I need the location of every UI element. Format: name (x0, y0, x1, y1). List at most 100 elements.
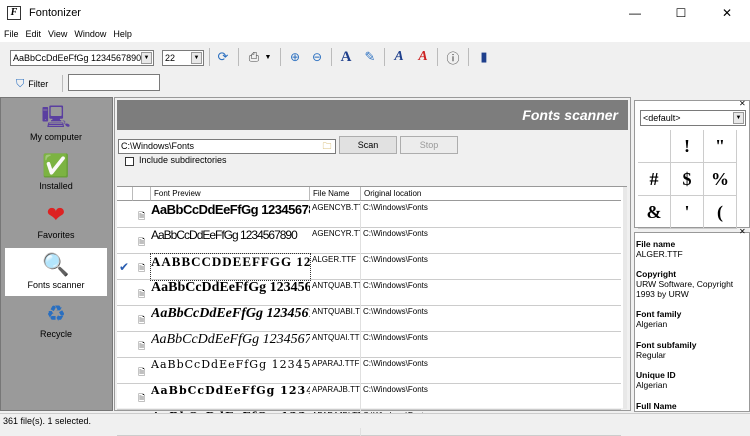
filter-input[interactable] (68, 74, 160, 91)
column-header-icon[interactable] (133, 187, 151, 201)
close-icon[interactable]: ✕ (739, 100, 746, 108)
table-row[interactable]: 🗎 AaBbCcDdEeFfGg 1234567890AGENCYB.TTFC:\… (117, 202, 621, 228)
glyph-cell[interactable]: ' (671, 196, 704, 229)
include-subdirectories-checkbox[interactable] (125, 157, 134, 166)
property-value: Algerian (636, 319, 668, 329)
print-icon[interactable]: ⎙ (244, 47, 264, 67)
file-name-cell: AGENCYR.TTF (310, 228, 361, 254)
installed-check-icon: ✅ (42, 153, 70, 178)
menu-view[interactable]: View (48, 29, 67, 39)
filter-separator (62, 75, 63, 92)
glyph-cell[interactable]: & (638, 196, 671, 229)
glyph-cell[interactable]: % (704, 163, 737, 196)
menu-file[interactable]: File (4, 29, 19, 39)
font-file-icon: 🗎 (138, 211, 146, 221)
zoom-out-icon[interactable]: ⊖ (307, 47, 327, 67)
minimize-button[interactable]: — (612, 0, 658, 26)
column-header-check[interactable] (117, 187, 133, 201)
font-preview: AaBbCcDdEeFfGg 1234567890 (151, 228, 298, 242)
scanner-icon: 🔍 (42, 252, 70, 277)
menu-edit[interactable]: Edit (26, 29, 42, 39)
sidebar-item-favorites[interactable]: ❤ Favorites (5, 198, 107, 246)
glyph-cell[interactable]: ! (671, 130, 704, 163)
font-file-icon: 🗎 (138, 315, 146, 325)
table-row[interactable]: 🗎 AaBbCcDdEeFfGg 1234567890ANTQUAI.TTFC:\… (117, 332, 621, 358)
glyph-cell[interactable]: # (638, 163, 671, 196)
column-header-preview[interactable]: Font Preview (151, 187, 310, 201)
property-label: Unique ID (636, 370, 676, 380)
chevron-down-icon[interactable]: ▼ (141, 52, 152, 64)
sidebar-item-my-computer[interactable]: 🖳 My computer (5, 100, 107, 148)
selected-check-icon[interactable]: ✔ (119, 260, 129, 274)
toolbar-separator (468, 48, 469, 66)
glyph-cell[interactable] (638, 130, 671, 163)
font-preview: AaBbCcDdEeFfGg 1234567890 (151, 202, 310, 217)
menu-bar: File Edit View Window Help (0, 26, 750, 42)
table-row[interactable]: 🗎 AaBbCcDdEeFfGg 1234567890APARAJ.TTFC:\W… (117, 358, 621, 384)
location-cell: C:\Windows\Fonts (363, 229, 428, 238)
status-bar: 361 file(s). 1 selected. (0, 413, 750, 428)
install-font-icon[interactable]: A (389, 47, 409, 67)
close-icon[interactable]: ✕ (739, 228, 746, 236)
sidebar-item-recycle[interactable]: ♻ Recycle (5, 297, 107, 345)
property-value: Regular (636, 350, 666, 360)
uninstall-font-icon[interactable]: A (413, 47, 433, 67)
help-icon[interactable]: ⓘ (443, 47, 463, 67)
chevron-down-icon[interactable]: ▼ (733, 112, 744, 124)
font-preview: AaBbCcDdEeFfGg 1234567890 (151, 358, 310, 371)
column-header-location[interactable]: Original location (361, 187, 621, 201)
toolbar-separator (437, 48, 438, 66)
menu-window[interactable]: Window (74, 29, 106, 39)
toolbar-separator (384, 48, 385, 66)
sidebar-item-fonts-scanner[interactable]: 🔍 Fonts scanner (5, 248, 107, 296)
glyph-cell[interactable]: " (704, 130, 737, 163)
table-row[interactable]: 🗎 AaBbCcDdEeFfGg 1234567890ANTQUABI.TTFC:… (117, 306, 621, 332)
glyph-cell[interactable]: ( (704, 196, 737, 229)
stop-button[interactable]: Stop (400, 136, 458, 154)
filter-button[interactable]: ⛉ Filter (16, 76, 48, 92)
font-file-icon: 🗎 (138, 237, 146, 247)
sidebar-item-installed[interactable]: ✅ Installed (5, 149, 107, 197)
menu-help[interactable]: Help (113, 29, 132, 39)
property-label: Full Name (636, 401, 677, 411)
table-row[interactable]: 🗎 AaBbCcDdEeFfGg 1234567890ANTQUAB.TTFC:\… (117, 280, 621, 306)
location-cell: C:\Windows\Fonts (363, 359, 428, 368)
font-style-icon[interactable]: A (336, 47, 356, 67)
font-size-combo[interactable]: 22 ▼ (162, 50, 204, 66)
zoom-in-icon[interactable]: ⊕ (285, 47, 305, 67)
file-name-cell: ANTQUAI.TTF (310, 332, 361, 358)
chevron-down-icon[interactable]: ▼ (262, 47, 274, 67)
scan-path-input[interactable]: C:\Windows\Fonts (118, 139, 336, 154)
close-button[interactable]: ✕ (704, 0, 750, 26)
font-preview: AaBbCcDdEeFfGg 1234567890 (151, 280, 310, 295)
location-cell: C:\Windows\Fonts (363, 333, 428, 342)
chevron-down-icon[interactable]: ▼ (191, 52, 202, 64)
font-preview: AaBbCcDdEeFfGg 1234567890 (151, 384, 310, 397)
location-cell: C:\Windows\Fonts (363, 255, 428, 264)
filter-label: Filter (28, 79, 49, 89)
charmap-font-combo[interactable]: <default> ▼ (640, 110, 746, 126)
font-file-icon: 🗎 (138, 289, 146, 299)
sidebar-item-label: Recycle (39, 329, 72, 339)
pen-icon[interactable]: ✎ (360, 47, 380, 67)
font-size-value: 22 (165, 53, 176, 63)
file-name-cell: AGENCYB.TTF (310, 202, 361, 228)
table-row[interactable]: 🗎 AaBbCcDdEeFfGg 1234567890APARAJB.TTFC:\… (117, 384, 621, 410)
sidebar: 🖳 My computer ✅ Installed ❤ Favorites 🔍 … (0, 97, 113, 411)
exit-icon[interactable]: ▮ (474, 47, 494, 67)
table-row[interactable]: ✔ 🗎 AaBbCcDdEeFfGg 1234567890ALGER.TTFC:\W… (117, 253, 621, 281)
table-row[interactable]: 🗎 AaBbCcDdEeFfGg 1234567890 AGENCYR.TTFC:\… (117, 228, 621, 254)
sidebar-item-label: Fonts scanner (27, 280, 85, 290)
file-name-cell: APARAJ.TTF (310, 358, 361, 384)
browse-folder-icon[interactable]: 🗀 (319, 140, 335, 153)
sample-text-combo[interactable]: AaBbCcDdEeFfGg 1234567890 ▼ (10, 50, 154, 66)
column-header-file-name[interactable]: File Name (310, 187, 361, 201)
glyph-cell[interactable]: $ (671, 163, 704, 196)
sidebar-item-label: Favorites (37, 230, 75, 240)
maximize-button[interactable]: ☐ (658, 0, 704, 26)
refresh-icon[interactable]: ⟳ (213, 47, 233, 67)
font-properties-panel: ✕ File name ALGER.TTF Copyright URW Soft… (634, 228, 750, 412)
scan-button[interactable]: Scan (339, 136, 397, 154)
table-scrollbar[interactable] (623, 187, 627, 409)
property-label: Font subfamily (636, 340, 697, 350)
